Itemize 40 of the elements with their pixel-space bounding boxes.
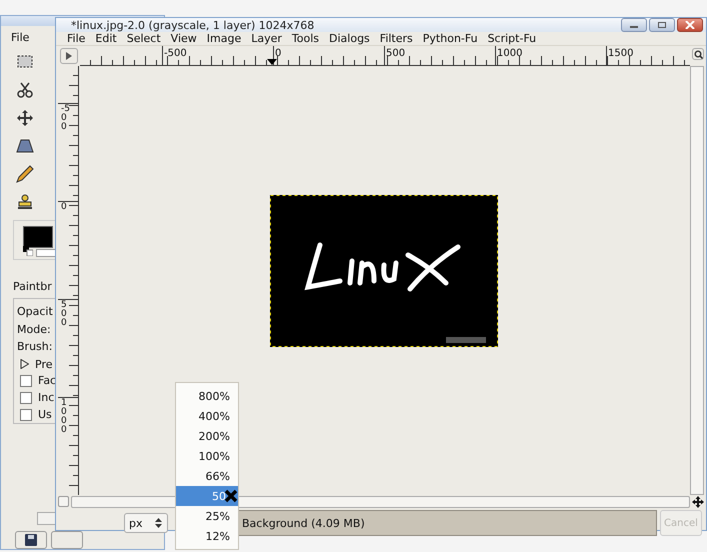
ruler-label: 1000 — [496, 48, 522, 60]
checkbox-label: Fac — [38, 374, 56, 388]
menu-item[interactable]: Dialogs — [324, 32, 375, 45]
menu-item[interactable]: Filters — [374, 32, 418, 45]
option-label: Mode: — [17, 322, 51, 336]
option-label: Brush: — [17, 340, 52, 354]
unit-dropdown[interactable]: px — [124, 513, 168, 533]
ruler-label: 500 — [61, 301, 68, 328]
window-title: *linux.jpg-2.0 (grayscale, 1 layer) 1024x768 — [71, 18, 316, 32]
menu-item[interactable]: File — [62, 32, 90, 45]
ruler-label: 500 — [385, 48, 406, 60]
ruler-label: 0 — [61, 203, 68, 212]
ruler-label: -500 — [163, 48, 187, 60]
menu-item[interactable]: Tools — [286, 32, 324, 45]
ruler-label: 1500 — [607, 48, 634, 60]
checkbox-label: Us — [38, 408, 52, 422]
option-label: Opacit — [17, 305, 53, 318]
menu-item[interactable]: Script-Fu — [482, 32, 542, 45]
zoom-option[interactable]: 12% — [176, 526, 238, 546]
menu-item[interactable]: Edit — [90, 32, 122, 45]
status-text: Background (4.09 MB) — [238, 510, 657, 536]
checkbox-label: Inc — [38, 391, 54, 404]
menu-item[interactable]: View — [166, 32, 202, 45]
zoom-option[interactable]: 100% — [176, 446, 238, 466]
zoom-option[interactable]: 25% — [176, 506, 238, 526]
ruler-label: 0 — [274, 48, 282, 60]
zoom-option[interactable]: 200% — [176, 426, 238, 446]
menu-item[interactable]: Image — [202, 32, 246, 45]
zoom-option[interactable]: 400% — [176, 406, 238, 426]
tool-options-title: Paintbr — [13, 280, 53, 294]
menu-item[interactable]: File — [11, 30, 30, 44]
menu-item[interactable]: Layer — [246, 32, 287, 45]
expander[interactable]: Pre — [20, 358, 52, 371]
zoom-option[interactable]: 50 — [176, 486, 238, 506]
menu-item[interactable]: Python-Fu — [418, 32, 483, 45]
menu-item[interactable]: Select — [122, 32, 166, 45]
zoom-option[interactable]: 800% — [176, 386, 238, 406]
ruler-label: 1000 — [61, 399, 68, 435]
zoom-option[interactable]: 66% — [176, 466, 238, 486]
ruler-label: -500 — [61, 105, 70, 132]
